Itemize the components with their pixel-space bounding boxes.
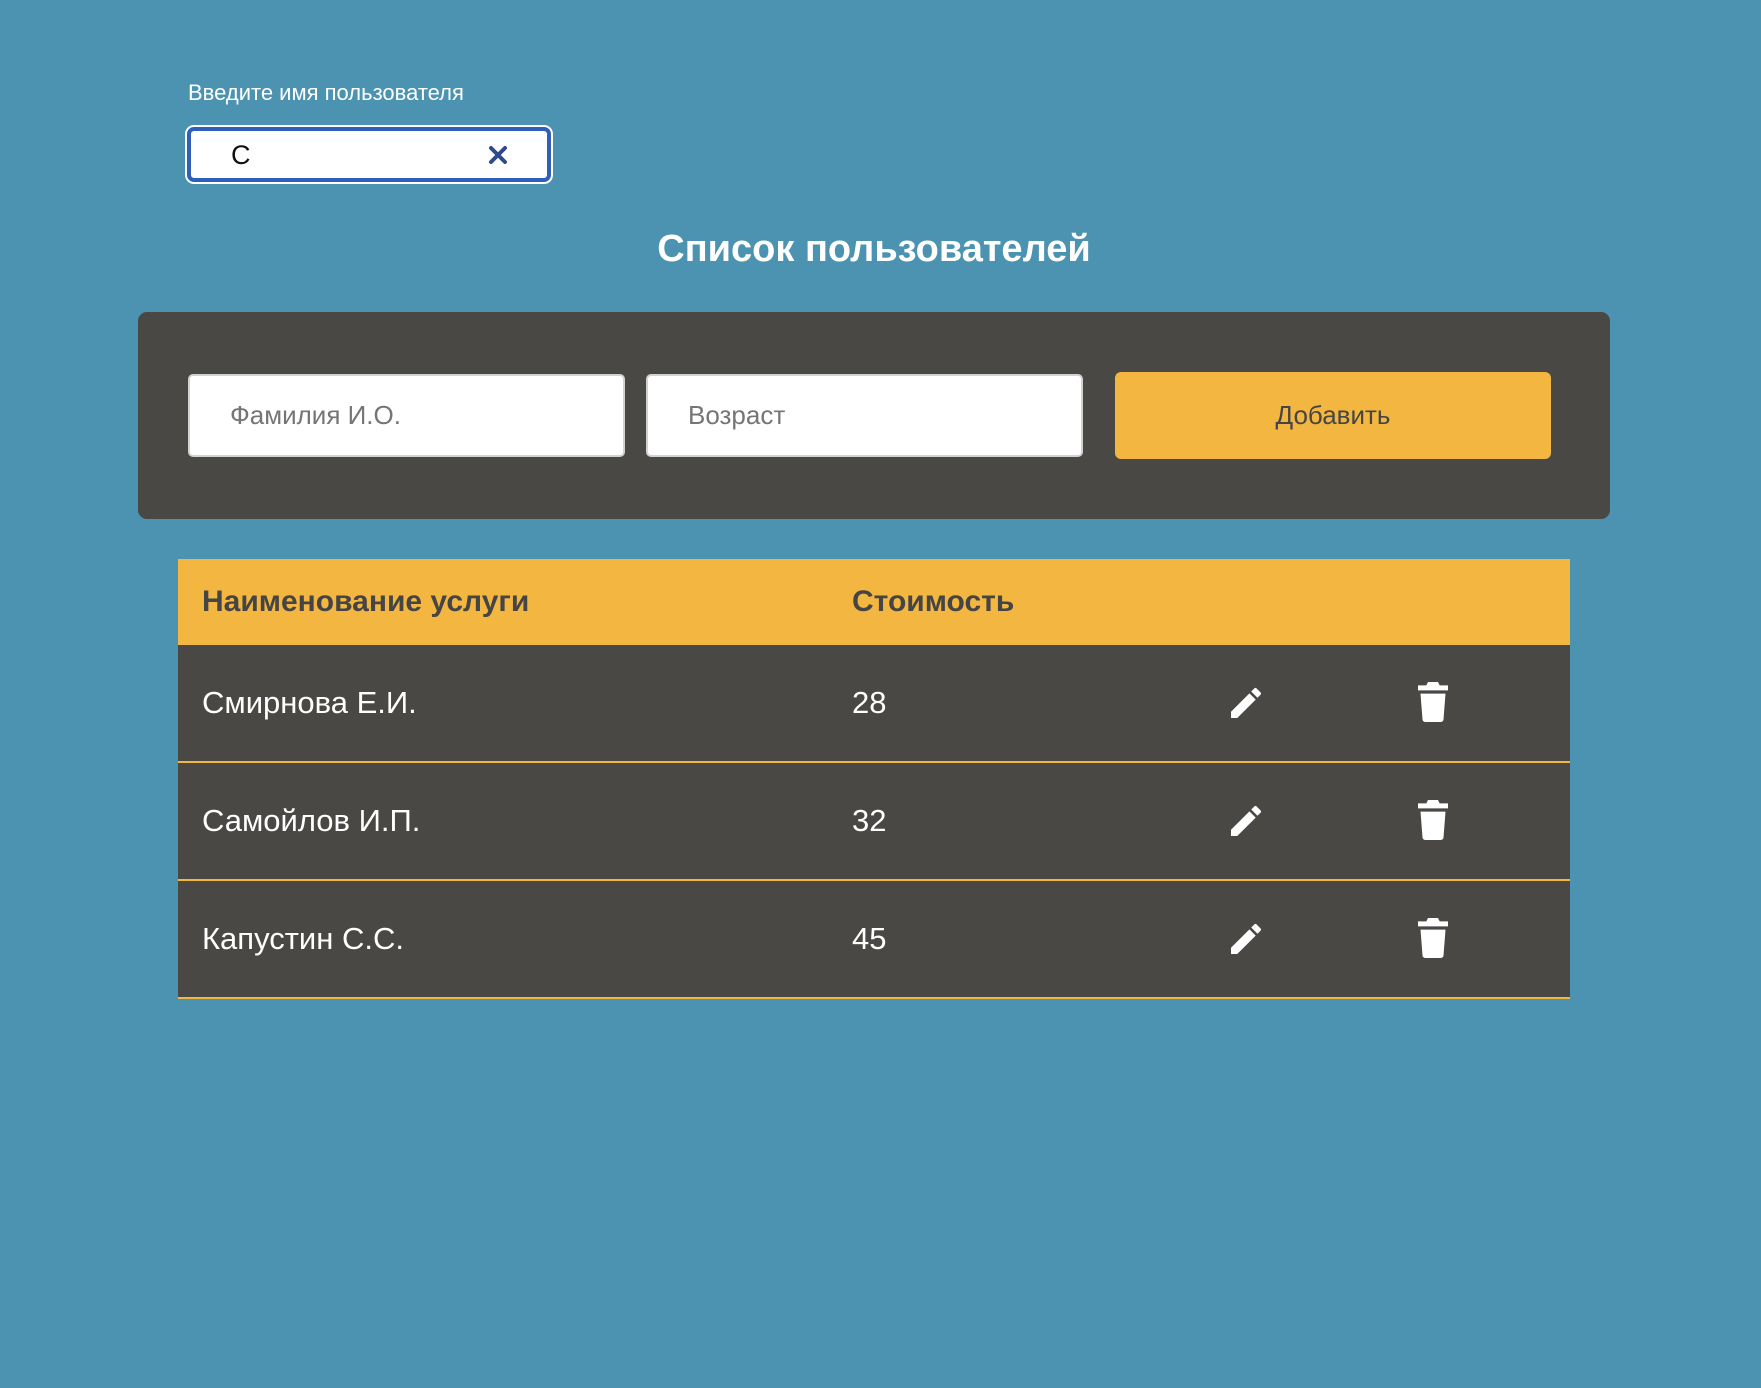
table-row: Капустин С.С. 45 — [178, 881, 1570, 999]
add-user-form: Добавить — [138, 312, 1610, 519]
user-cost: 45 — [852, 921, 887, 956]
table-header: Наименование услуги Стоимость — [178, 559, 1570, 645]
user-name: Самойлов И.П. — [202, 803, 421, 838]
search-label: Введите имя пользователя — [188, 80, 464, 105]
trash-icon[interactable] — [1418, 682, 1448, 722]
pencil-icon[interactable] — [1226, 683, 1266, 723]
user-cost: 32 — [852, 803, 887, 838]
add-user-button[interactable]: Добавить — [1115, 372, 1551, 459]
users-table: Наименование услуги Стоимость Смирнова Е… — [178, 559, 1570, 999]
page-title: Список пользователей — [657, 228, 1091, 270]
age-input[interactable] — [646, 374, 1083, 457]
search-input[interactable]: С — [187, 127, 551, 182]
user-name: Капустин С.С. — [202, 921, 404, 956]
table-row: Самойлов И.П. 32 — [178, 763, 1570, 881]
search-value: С — [231, 140, 251, 170]
user-name: Смирнова Е.И. — [202, 685, 417, 720]
table-row: Смирнова Е.И. 28 — [178, 645, 1570, 763]
trash-icon[interactable] — [1418, 918, 1448, 958]
trash-icon[interactable] — [1418, 800, 1448, 840]
name-input[interactable] — [188, 374, 625, 457]
close-icon[interactable] — [487, 144, 509, 166]
column-header-name: Наименование услуги — [202, 585, 530, 618]
column-header-cost: Стоимость — [852, 585, 1015, 618]
user-cost: 28 — [852, 685, 887, 720]
pencil-icon[interactable] — [1226, 801, 1266, 841]
pencil-icon[interactable] — [1226, 919, 1266, 959]
